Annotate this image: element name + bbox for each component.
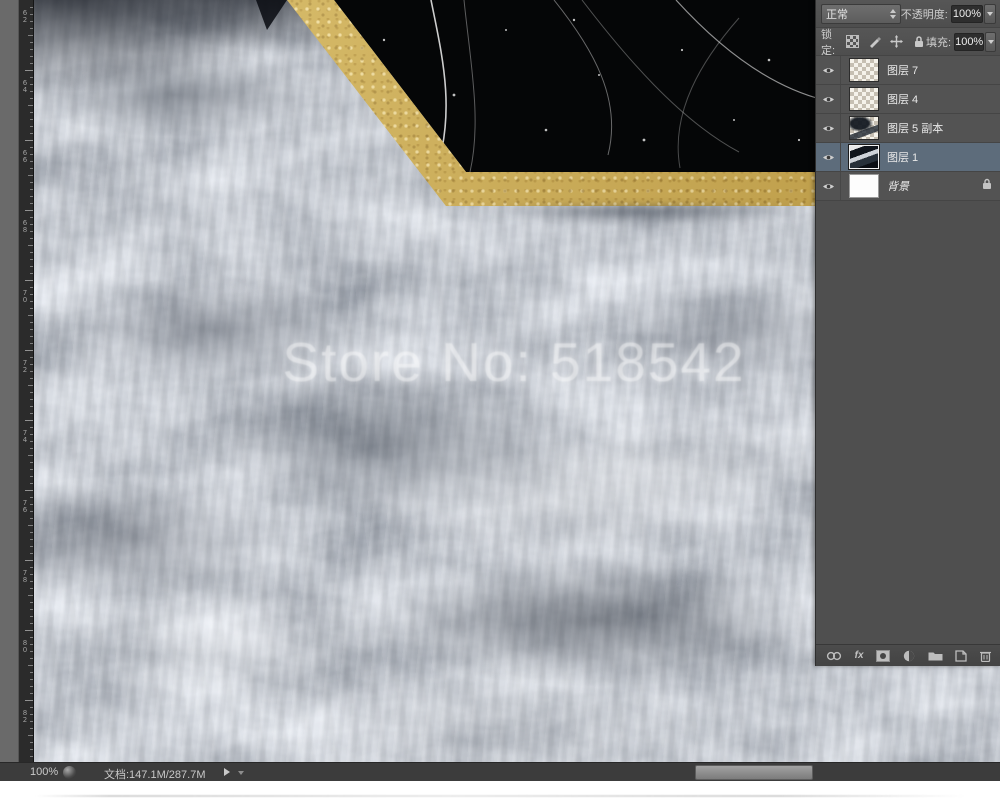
eye-icon bbox=[822, 66, 835, 75]
gold-band-shadow bbox=[464, 206, 824, 240]
visibility-toggle[interactable] bbox=[816, 114, 841, 142]
background-lock-icon bbox=[982, 177, 992, 195]
new-group-folder-icon[interactable] bbox=[928, 649, 943, 663]
visibility-toggle[interactable] bbox=[816, 56, 841, 84]
lock-all-padlock-icon[interactable] bbox=[911, 34, 926, 49]
layers-panel: 正常 不透明度: 100% 锁定: 填充: bbox=[815, 0, 1000, 666]
layer-thumbnail[interactable] bbox=[849, 58, 879, 82]
document-size-info: 文档:147.1M/287.7M bbox=[104, 766, 206, 782]
lock-paint-brush-icon[interactable] bbox=[867, 34, 882, 49]
status-flyout-arrow-icon[interactable] bbox=[224, 768, 230, 776]
blend-mode-row: 正常 不透明度: 100% bbox=[816, 0, 1000, 28]
page-margin bbox=[0, 781, 1000, 800]
lock-transparency-icon[interactable] bbox=[845, 34, 860, 49]
status-bar: 100% 文档:147.1M/287.7M bbox=[0, 762, 1000, 782]
layer-row-1-selected[interactable]: 图层 1 bbox=[816, 143, 1000, 172]
status-knob-icon bbox=[63, 766, 76, 779]
fill-input[interactable]: 100% bbox=[954, 33, 984, 51]
visibility-toggle[interactable] bbox=[816, 143, 841, 171]
delete-layer-trash-icon[interactable] bbox=[980, 649, 991, 663]
eye-icon bbox=[822, 182, 835, 191]
layer-effects-fx-icon[interactable]: fx bbox=[855, 649, 864, 663]
watermark-text: Store No: 518542 bbox=[184, 330, 844, 394]
layer-row-background[interactable]: 背景 bbox=[816, 172, 1000, 201]
horizontal-scrollbar-thumb[interactable] bbox=[695, 765, 813, 780]
chevron-down-icon bbox=[988, 40, 994, 44]
opacity-label: 不透明度: bbox=[901, 6, 948, 22]
layer-thumbnail[interactable] bbox=[849, 174, 879, 198]
lock-position-move-icon[interactable] bbox=[889, 34, 904, 49]
layers-panel-footer: fx bbox=[816, 644, 1000, 666]
layer-name: 图层 7 bbox=[887, 62, 918, 78]
opacity-input[interactable]: 100% bbox=[951, 5, 983, 23]
chevron-down-icon bbox=[987, 12, 993, 16]
photoshop-window: 6 26 46 66 87 07 27 47 67 88 08 2 bbox=[0, 0, 1000, 800]
layer-name: 图层 5 副本 bbox=[887, 120, 943, 136]
lock-label: 锁定: bbox=[821, 26, 841, 58]
blend-mode-dropdown[interactable]: 正常 bbox=[821, 4, 901, 24]
visibility-toggle[interactable] bbox=[816, 172, 841, 200]
new-layer-icon[interactable] bbox=[955, 649, 967, 663]
layer-name: 图层 4 bbox=[887, 91, 918, 107]
layer-name: 图层 1 bbox=[887, 149, 918, 165]
eye-icon bbox=[822, 124, 835, 133]
layers-panel-empty-area bbox=[816, 201, 1000, 644]
opacity-dropdown-button[interactable] bbox=[984, 4, 996, 24]
layer-row-7[interactable]: 图层 7 bbox=[816, 56, 1000, 85]
adjustment-layer-icon[interactable] bbox=[903, 649, 915, 663]
eye-icon bbox=[822, 153, 835, 162]
tool-panel-edge bbox=[0, 0, 19, 762]
layer-thumbnail[interactable] bbox=[849, 116, 879, 140]
vertical-ruler: 6 26 46 66 87 07 27 47 67 88 08 2 bbox=[19, 0, 34, 762]
eye-icon bbox=[822, 95, 835, 104]
lock-row: 锁定: 填充: 100% bbox=[816, 28, 1000, 56]
visibility-toggle[interactable] bbox=[816, 85, 841, 113]
blend-mode-value: 正常 bbox=[826, 6, 848, 22]
layer-thumbnail[interactable] bbox=[849, 145, 879, 169]
link-layers-icon[interactable] bbox=[826, 649, 842, 663]
layer-row-4[interactable]: 图层 4 bbox=[816, 85, 1000, 114]
add-layer-mask-icon[interactable] bbox=[876, 649, 890, 663]
layer-row-5-copy[interactable]: 图层 5 副本 bbox=[816, 114, 1000, 143]
fill-dropdown-button[interactable] bbox=[985, 32, 996, 52]
status-flyout-chevron-icon[interactable] bbox=[238, 771, 244, 775]
zoom-level-field[interactable]: 100% bbox=[30, 766, 58, 778]
fill-label: 填充: bbox=[926, 34, 951, 50]
layer-name: 背景 bbox=[887, 178, 909, 194]
dropdown-spinner-icon bbox=[890, 9, 896, 19]
scan-artifact-line bbox=[35, 795, 965, 797]
layer-thumbnail[interactable] bbox=[849, 87, 879, 111]
